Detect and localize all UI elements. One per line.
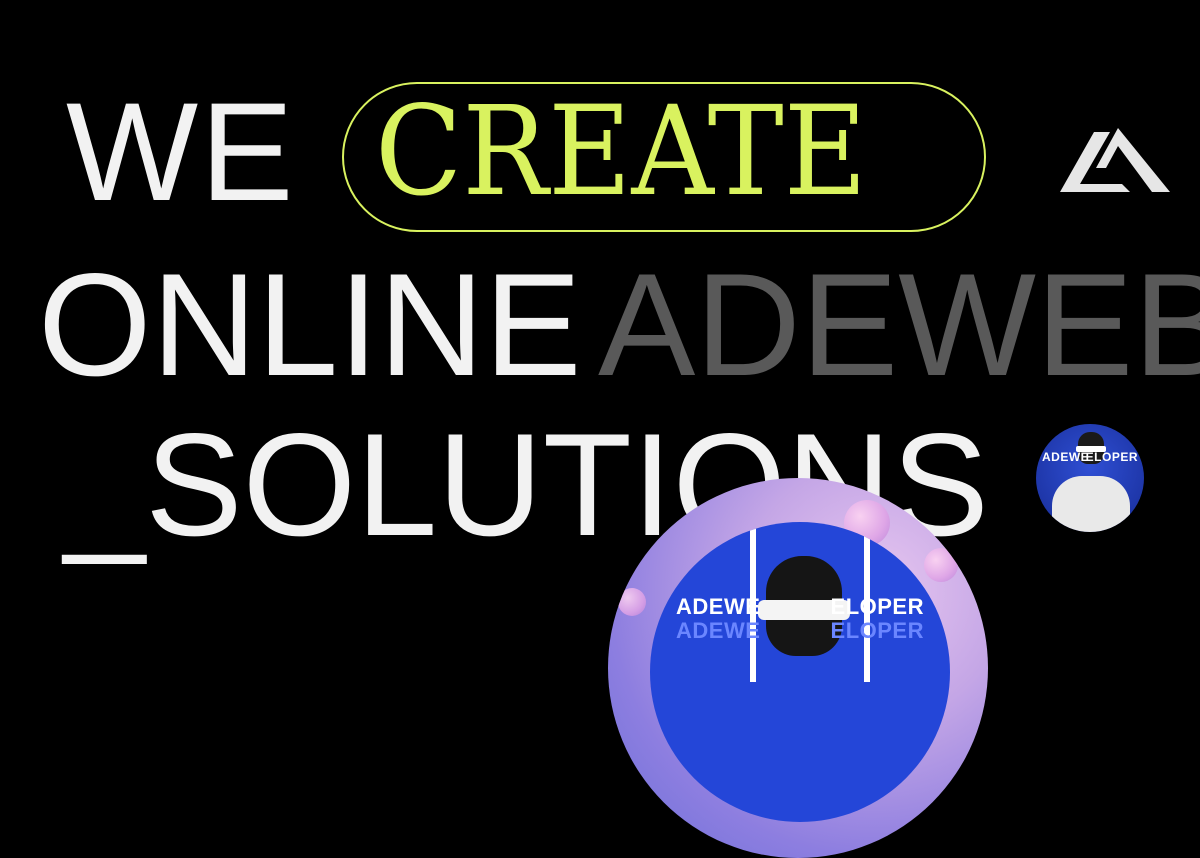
adeweb-logo-icon [1060,128,1170,192]
avatar-person-body [1052,476,1130,532]
badge-inner-circle: ADEWE ELOPER ADEWE ELOPER [650,522,950,822]
headline-create: CREATE [375,80,867,224]
headline-adeweb-watermark: ADEWEB [598,243,1200,406]
decor-bubble [618,588,646,616]
profile-avatar-small: ADEWE ELOPER [1036,424,1144,532]
badge-text-right: ELOPER [830,594,924,619]
badge-text-right-repeat: ELOPER [830,618,924,643]
avatar-text-right: ELOPER [1085,450,1138,464]
profile-badge-large: ADEWE ELOPER ADEWE ELOPER [608,478,988,858]
headline-online: ONLINE [38,243,582,406]
decor-bubble [924,548,958,582]
headline-we: WE [66,73,296,230]
